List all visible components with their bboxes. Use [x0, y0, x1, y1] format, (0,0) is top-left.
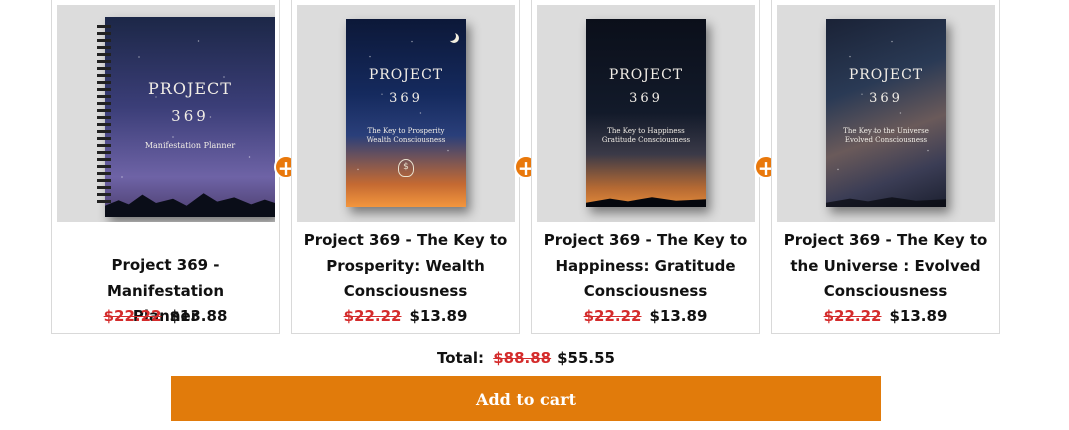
spiral-binding	[97, 25, 111, 205]
cover-subtitle-line: Wealth Consciousness	[366, 136, 446, 144]
sale-price: $13.89	[409, 307, 468, 325]
sale-price: $13.88	[169, 307, 228, 325]
total-label: Total:	[437, 349, 484, 367]
product-title-line: Project 369 - The Key to	[783, 231, 988, 249]
cover-brand: PROJECT	[148, 79, 232, 98]
product-image[interactable]: PROJECT 369 The Key to Happiness Gratitu…	[537, 5, 755, 222]
original-price: $22.22	[583, 307, 642, 325]
cover-subtitle-line: The Key to the Universe	[843, 127, 929, 135]
product-title[interactable]: Project 369 - The Key to the Universe : …	[778, 228, 993, 305]
cover-number: 369	[869, 91, 903, 106]
price-row: $22.22 $13.89	[772, 307, 999, 325]
product-title[interactable]: Project 369 - The Key to Prosperity: Wea…	[298, 228, 513, 305]
cover-number: 369	[629, 91, 663, 106]
original-price: $22.22	[343, 307, 402, 325]
product-title-line: the Universe : Evolved	[790, 256, 981, 275]
product-title-line: Happiness: Gratitude	[555, 256, 736, 275]
cover-number: 369	[389, 91, 423, 106]
cover-brand: PROJECT	[368, 67, 444, 83]
product-image[interactable]: PROJECT 369 Manifestation Planner	[57, 5, 275, 222]
product-title[interactable]: Project 369 - The Key to Happiness: Grat…	[538, 228, 753, 305]
cover-subtitle-line: The Key to Prosperity	[367, 127, 445, 135]
cover-subtitle-line: Gratitude Consciousness	[601, 136, 691, 144]
price-row: $22.22 $13.88	[52, 307, 279, 325]
product-title-line: Consciousness	[583, 282, 708, 300]
cover-brand: PROJECT	[848, 67, 924, 83]
lightbulb-dollar-icon: $	[398, 159, 414, 177]
cover-subtitle: Manifestation Planner	[144, 141, 236, 150]
bundle-item-card: PROJECT 369 The Key to the Universe Evol…	[771, 0, 1000, 334]
original-price: $22.22	[103, 307, 162, 325]
product-title-line: Project 369 - The Key to	[543, 231, 748, 249]
moon-icon	[446, 31, 456, 41]
original-price: $22.22	[823, 307, 882, 325]
cover-subtitle: The Key to the Universe Evolved Consciou…	[826, 127, 946, 145]
cover-brand: PROJECT	[608, 67, 684, 83]
cover-number: 369	[171, 107, 209, 125]
book-cover: PROJECT 369 Manifestation Planner	[105, 17, 275, 217]
product-title-line: Prosperity: Wealth	[326, 256, 485, 275]
product-title-line: Consciousness	[823, 282, 948, 300]
total-original-price: $88.88	[493, 349, 552, 367]
add-to-cart-button[interactable]: Add to cart	[171, 376, 881, 421]
product-title-line: Consciousness	[343, 282, 468, 300]
cover-subtitle-line: Evolved Consciousness	[844, 136, 928, 144]
bundle-total: Total: $88.88 $55.55	[0, 349, 1052, 367]
total-sale-price: $55.55	[557, 349, 615, 367]
product-image[interactable]: PROJECT 369 The Key to the Universe Evol…	[777, 5, 995, 222]
book-cover: PROJECT 369 The Key to Prosperity Wealth…	[346, 19, 466, 207]
book-cover: PROJECT 369 The Key to Happiness Gratitu…	[586, 19, 706, 207]
sale-price: $13.89	[649, 307, 708, 325]
bundle-item-card: PROJECT 369 The Key to Prosperity Wealth…	[291, 0, 520, 334]
cover-subtitle-line: The Key to Happiness	[607, 127, 685, 135]
cover-subtitle: The Key to Prosperity Wealth Consciousne…	[346, 127, 466, 145]
bundle-item-card: PROJECT 369 Manifestation Planner Projec…	[51, 0, 280, 334]
product-title-line: Project 369 - Manifestation	[106, 256, 225, 300]
book-cover: PROJECT 369 The Key to the Universe Evol…	[826, 19, 946, 207]
product-image[interactable]: PROJECT 369 The Key to Prosperity Wealth…	[297, 5, 515, 222]
product-title-line: Project 369 - The Key to	[303, 231, 508, 249]
sale-price: $13.89	[889, 307, 948, 325]
cover-subtitle: The Key to Happiness Gratitude Conscious…	[586, 127, 706, 145]
price-row: $22.22 $13.89	[532, 307, 759, 325]
price-row: $22.22 $13.89	[292, 307, 519, 325]
bundle-item-card: PROJECT 369 The Key to Happiness Gratitu…	[531, 0, 760, 334]
